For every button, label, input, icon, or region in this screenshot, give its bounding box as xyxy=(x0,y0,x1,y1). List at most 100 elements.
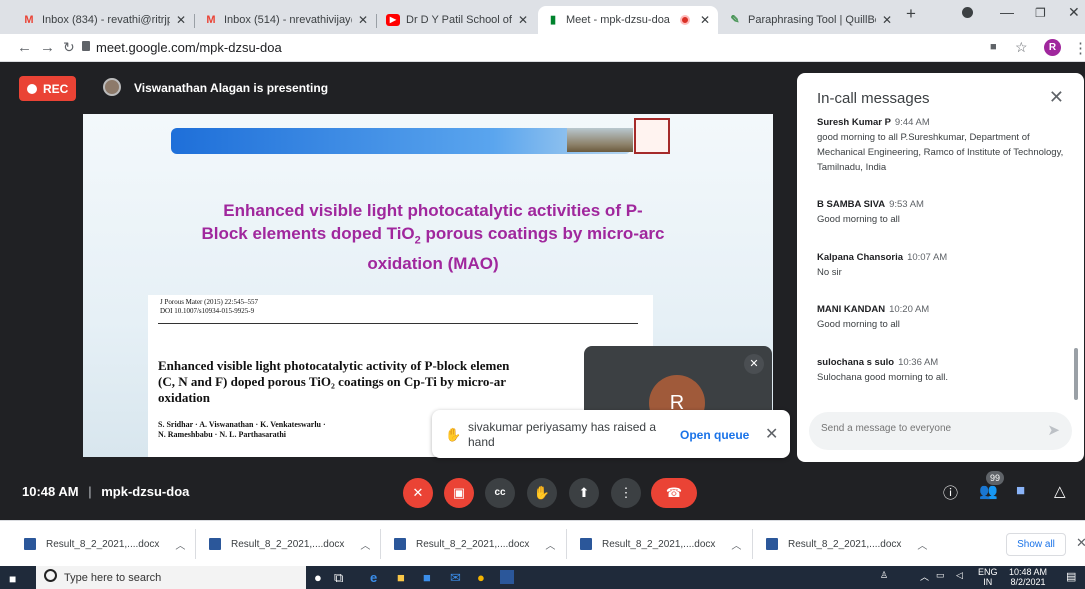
tab-gmail-1[interactable]: M Inbox (834) - revathi@ritrjpm ✕ xyxy=(14,6,194,34)
scrollbar[interactable] xyxy=(1074,348,1078,400)
store-icon[interactable]: ■ xyxy=(423,570,431,585)
participants-count-badge: 99 xyxy=(986,471,1004,485)
tab-youtube[interactable]: ▶ Dr D Y Patil School of Manag ✕ xyxy=(378,6,536,34)
word-icon[interactable] xyxy=(500,570,514,584)
extension-icon[interactable] xyxy=(962,7,973,18)
task-view-icon[interactable]: ⧉ xyxy=(334,570,343,586)
message-text: No sir xyxy=(817,267,842,278)
file-explorer-icon[interactable]: ■ xyxy=(397,570,405,585)
edge-icon[interactable]: e xyxy=(370,570,377,585)
recording-indicator-icon xyxy=(679,15,690,25)
authors-line: S. Sridhar · A. Viswanathan · K. Venkate… xyxy=(158,420,326,429)
language-indicator[interactable]: ENG IN xyxy=(978,567,998,587)
more-options-icon[interactable]: ⋮ xyxy=(611,478,641,508)
end-call-icon[interactable]: ☎ xyxy=(651,478,697,508)
open-queue-button[interactable]: Open queue xyxy=(680,428,749,442)
chat-icon[interactable]: ■ xyxy=(1016,482,1025,499)
tab-gmail-2[interactable]: M Inbox (514) - nrevathivijay@g ✕ xyxy=(196,6,376,34)
message-text: good morning to all P.Sureshkumar, Depar… xyxy=(817,132,1064,173)
download-filename: Result_8_2_2021,....docx xyxy=(231,538,345,550)
captions-icon[interactable]: cc xyxy=(485,478,515,508)
download-item[interactable]: Result_8_2_2021,....docx ︿ xyxy=(766,536,927,552)
close-tab-icon[interactable]: ✕ xyxy=(882,13,892,27)
download-item[interactable]: Result_8_2_2021,....docx ︿ xyxy=(209,536,370,552)
presenter-avatar xyxy=(103,78,121,96)
message-item: B SAMBA SIVA 9:53 AM Good morning to all xyxy=(817,197,1067,227)
network-icon[interactable]: ▭ xyxy=(936,570,945,581)
university-logo xyxy=(634,118,670,154)
taskbar-search[interactable]: Type here to search xyxy=(36,566,306,589)
camera-off-icon[interactable]: ▣ xyxy=(444,478,474,508)
more-menu-icon[interactable]: ⋮ xyxy=(1073,39,1085,57)
slide-header-image xyxy=(567,128,633,152)
activities-icon[interactable]: △ xyxy=(1054,482,1066,500)
close-icon[interactable]: ✕ xyxy=(1076,535,1085,551)
message-time: 10:07 AM xyxy=(907,252,948,263)
close-icon[interactable]: ✕ xyxy=(1049,87,1064,108)
download-item[interactable]: Result_8_2_2021,....docx ︿ xyxy=(24,536,185,552)
message-time: 9:53 AM xyxy=(889,199,924,210)
paper-title-line: Enhanced visible light photocatalytic ac… xyxy=(158,358,510,373)
message-item: MANI KANDAN 10:20 AM Good morning to all xyxy=(817,302,1067,332)
chrome-icon[interactable]: ● xyxy=(477,570,485,585)
raised-hand-toast: ✋ sivakumar periyasamy has raised a hand… xyxy=(432,410,790,458)
people-icon[interactable]: ♙ xyxy=(880,570,888,581)
message-text: Good morning to all xyxy=(817,319,900,330)
divider xyxy=(195,529,196,559)
mail-icon[interactable]: ✉ xyxy=(450,570,461,586)
chevron-up-icon[interactable]: ︿ xyxy=(360,537,370,552)
divider xyxy=(380,529,381,559)
clock-date: 8/2/2021 xyxy=(1010,577,1046,587)
close-tab-icon[interactable]: ✕ xyxy=(518,13,528,27)
restore-icon[interactable]: ❐ xyxy=(1035,6,1046,20)
profile-avatar[interactable]: R xyxy=(1044,39,1061,56)
youtube-icon: ▶ xyxy=(386,14,400,26)
mic-off-icon[interactable]: ✕ xyxy=(403,478,433,508)
microphone-icon[interactable]: ● xyxy=(314,570,322,585)
download-filename: Result_8_2_2021,....docx xyxy=(416,538,530,550)
chevron-up-icon[interactable]: ︿ xyxy=(545,537,555,552)
tab-divider xyxy=(376,14,377,28)
new-tab-icon[interactable]: + xyxy=(906,4,916,24)
notifications-icon[interactable]: ▤ xyxy=(1066,570,1076,583)
bookmark-star-icon[interactable]: ☆ xyxy=(1015,39,1028,56)
back-icon[interactable]: ← xyxy=(17,39,32,56)
tab-quillbot[interactable]: ✎ Paraphrasing Tool | QuillBot A ✕ xyxy=(720,6,900,34)
camera-icon[interactable]: ■ xyxy=(990,41,997,53)
chevron-up-icon[interactable]: ︿ xyxy=(175,537,185,552)
close-icon[interactable]: ✕ xyxy=(765,424,778,444)
close-tab-icon[interactable]: ✕ xyxy=(700,13,710,27)
close-tab-icon[interactable]: ✕ xyxy=(176,13,186,27)
close-tab-icon[interactable]: ✕ xyxy=(358,13,368,27)
tray-chevron-icon[interactable]: ︿ xyxy=(920,570,929,583)
download-item[interactable]: Result_8_2_2021,....docx ︿ xyxy=(580,536,741,552)
in-call-messages-panel: In-call messages ✕ Suresh Kumar P 9:44 AM… xyxy=(797,73,1084,462)
slide-title-part: Block elements doped TiO xyxy=(201,224,415,243)
authors-line: N. Rameshbabu · N. L. Parthasarathi xyxy=(158,430,287,439)
meeting-details-icon[interactable]: ⓘ xyxy=(943,482,958,503)
message-input[interactable] xyxy=(821,423,1021,434)
windows-start-icon[interactable]: ■ xyxy=(9,572,16,586)
volume-icon[interactable]: ◁ xyxy=(956,570,963,581)
close-window-icon[interactable]: ✕ xyxy=(1068,4,1080,21)
mic-off-icon: ✕ xyxy=(744,354,764,374)
meeting-time: 10:48 AM xyxy=(22,484,79,499)
reference-line: DOI 10.1007/s10934-015-9925-9 xyxy=(160,307,255,315)
sender-name: MANI KANDAN xyxy=(817,304,886,315)
present-screen-icon[interactable]: ⬆ xyxy=(569,478,599,508)
send-icon[interactable]: ➤ xyxy=(1047,421,1060,439)
minimize-icon[interactable]: — xyxy=(1000,4,1014,20)
tab-meet[interactable]: ▮ Meet - mpk-dzsu-doa ✕ xyxy=(538,6,718,34)
chevron-up-icon[interactable]: ︿ xyxy=(917,537,927,552)
show-all-button[interactable]: Show all xyxy=(1006,533,1066,556)
raise-hand-icon[interactable]: ✋ xyxy=(527,478,557,508)
download-item[interactable]: Result_8_2_2021,....docx ︿ xyxy=(394,536,555,552)
meeting-info: 10:48 AM | mpk-dzsu-doa xyxy=(22,484,189,499)
taskbar-clock[interactable]: 10:48 AM 8/2/2021 xyxy=(1009,567,1047,587)
language-region: IN xyxy=(983,577,993,587)
forward-icon[interactable]: → xyxy=(40,39,55,56)
rec-label: REC xyxy=(43,81,69,96)
reload-icon[interactable]: ↻ xyxy=(63,39,75,56)
chevron-up-icon[interactable]: ︿ xyxy=(731,537,741,552)
url-field[interactable]: meet.google.com/mpk-dzsu-doa xyxy=(96,40,282,55)
